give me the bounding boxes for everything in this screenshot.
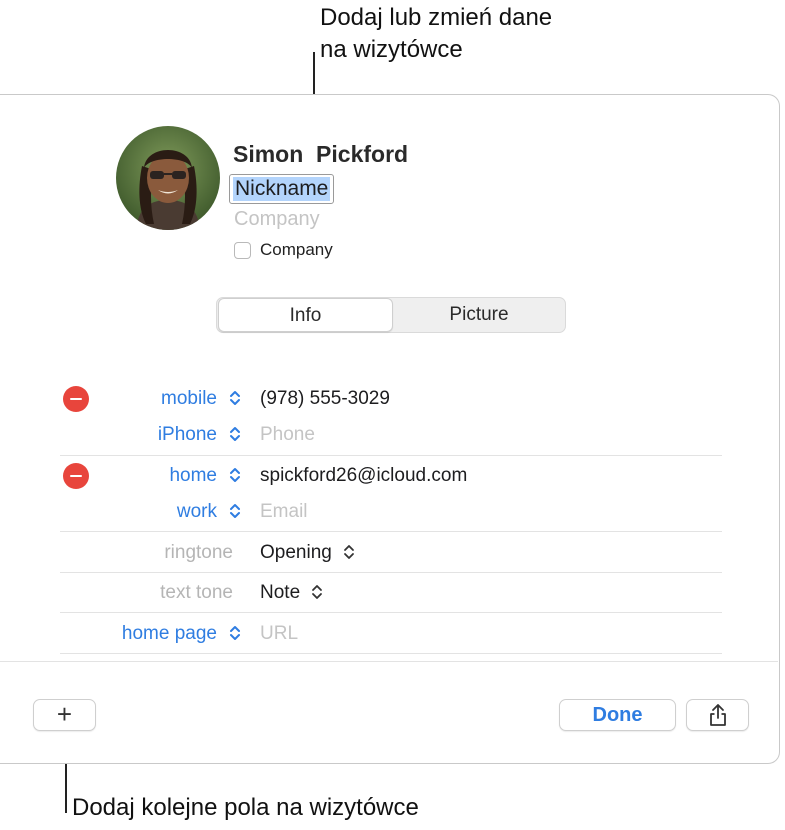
add-field-button[interactable]: +	[33, 699, 96, 731]
phone-2-chevron-icon[interactable]	[229, 426, 241, 442]
separator	[60, 612, 722, 613]
email-2-field[interactable]: Email	[260, 501, 308, 523]
text-tone-value: Note	[260, 582, 301, 603]
ringtone-value: Opening	[260, 542, 332, 563]
tab-info[interactable]: Info	[218, 298, 393, 332]
contact-card-panel	[0, 94, 780, 764]
url-field[interactable]: URL	[260, 623, 298, 645]
ringtone-label: ringtone	[164, 542, 233, 563]
phone-1-chevron-icon[interactable]	[229, 390, 241, 406]
delete-email-button[interactable]	[63, 463, 89, 489]
company-field[interactable]: Company	[234, 208, 320, 231]
add-field-label: +	[56, 699, 73, 729]
phone-2-label[interactable]: iPhone	[158, 424, 217, 446]
email-1-label[interactable]: home	[169, 465, 217, 487]
callout-add-fields: Dodaj kolejne pola na wizytówce	[72, 794, 419, 821]
phone-1-label[interactable]: mobile	[161, 388, 217, 410]
email-2-label[interactable]: work	[177, 501, 217, 523]
phone-2-field[interactable]: Phone	[260, 424, 315, 446]
contact-name[interactable]: Simon Pickford	[233, 141, 408, 168]
nickname-selected-text[interactable]: Nickname	[233, 177, 331, 201]
info-picture-tabs: Info Picture	[216, 297, 566, 333]
avatar[interactable]	[116, 126, 220, 230]
email-1-chevron-icon[interactable]	[229, 467, 241, 483]
ringtone-popup[interactable]: Opening	[260, 542, 355, 564]
company-checkbox[interactable]	[234, 242, 251, 259]
delete-phone-button[interactable]	[63, 386, 89, 412]
share-button[interactable]	[686, 699, 749, 731]
separator	[60, 572, 722, 573]
separator	[60, 653, 722, 654]
done-button[interactable]: Done	[559, 699, 676, 731]
company-checkbox-label: Company	[260, 240, 333, 259]
callout-edit-card: Dodaj lub zmień dane na wizytówce	[320, 4, 553, 63]
phone-1-value[interactable]: (978) 555-3029	[260, 388, 390, 410]
text-tone-chevron-icon	[312, 585, 323, 599]
ringtone-chevron-icon	[344, 545, 355, 559]
email-2-chevron-icon[interactable]	[229, 503, 241, 519]
email-1-value[interactable]: spickford26@icloud.com	[260, 465, 467, 487]
home-page-chevron-icon[interactable]	[229, 625, 241, 641]
tab-picture[interactable]: Picture	[393, 298, 565, 332]
footer-separator	[0, 661, 778, 662]
home-page-label[interactable]: home page	[122, 623, 217, 645]
separator	[60, 531, 722, 532]
text-tone-popup[interactable]: Note	[260, 582, 323, 604]
text-tone-label: text tone	[160, 582, 233, 603]
separator	[60, 455, 722, 456]
share-icon	[709, 704, 726, 726]
